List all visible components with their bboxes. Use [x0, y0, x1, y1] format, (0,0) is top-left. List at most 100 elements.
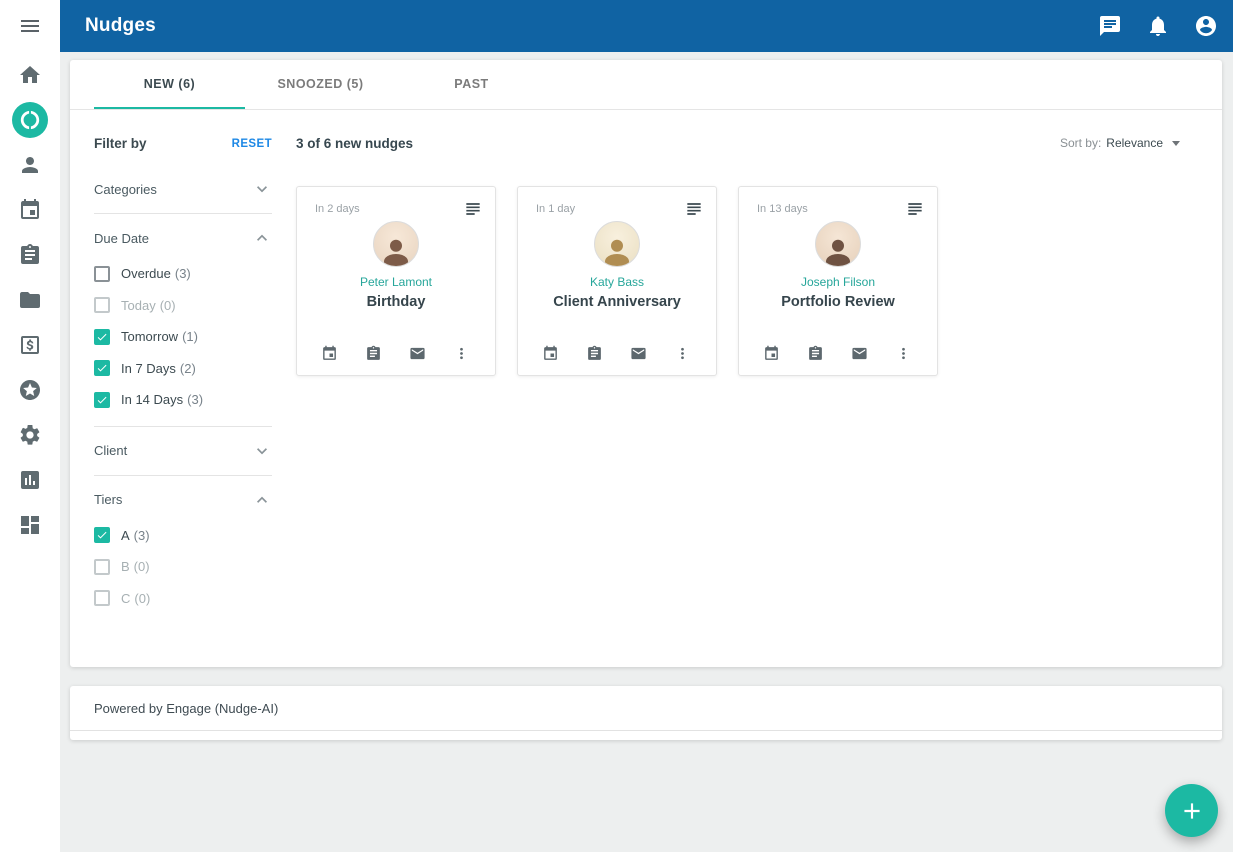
billing-icon[interactable] [18, 333, 42, 357]
filter-section-due-date[interactable]: Due Date [94, 222, 272, 254]
due-label: In 1 day [530, 199, 575, 215]
checkbox [94, 590, 110, 606]
tiers-options: A (3) B (0) C (0) [94, 520, 272, 615]
settings-icon[interactable] [18, 423, 42, 447]
filter-section-tiers[interactable]: Tiers [94, 484, 272, 516]
option-count: (3) [187, 392, 203, 407]
details-icon[interactable] [463, 199, 483, 219]
filter-option-today[interactable]: Today (0) [94, 290, 272, 322]
nudges-icon[interactable] [12, 102, 48, 138]
details-icon[interactable] [684, 199, 704, 219]
option-count: (3) [134, 528, 150, 543]
email-icon[interactable] [409, 344, 427, 362]
results-summary: 3 of 6 new nudges [296, 136, 413, 151]
filter-section-label: Client [94, 443, 127, 458]
messages-icon[interactable] [1098, 14, 1122, 38]
nudge-title: Birthday [309, 294, 483, 310]
topbar-actions [1098, 14, 1218, 38]
nudges-panel: NEW (6) SNOOZED (5) PAST Filter by RESET… [70, 60, 1222, 667]
filters-title: Filter by [94, 136, 147, 151]
email-icon[interactable] [630, 344, 648, 362]
option-count: (0) [160, 298, 176, 313]
avatar [373, 221, 419, 267]
client-link[interactable]: Peter Lamont [309, 275, 483, 289]
divider [94, 213, 272, 214]
filter-option-tier-b[interactable]: B (0) [94, 551, 272, 583]
home-icon[interactable] [18, 63, 42, 87]
checkbox [94, 266, 110, 282]
dashboard-icon[interactable] [18, 513, 42, 537]
divider [94, 426, 272, 427]
reset-button[interactable]: RESET [232, 138, 272, 150]
filter-option-tier-a[interactable]: A (3) [94, 520, 272, 552]
option-label: In 7 Days [121, 361, 176, 376]
option-label: In 14 Days [121, 392, 183, 407]
note-icon[interactable] [586, 344, 604, 362]
chevron-up-icon [252, 228, 272, 248]
filter-section-categories[interactable]: Categories [94, 173, 272, 205]
checkbox-checked [94, 360, 110, 376]
option-label: Tomorrow [121, 329, 178, 344]
calendar-icon[interactable] [321, 344, 339, 362]
nudge-card: In 1 day Katy Bass Client Anniversary [517, 186, 717, 376]
more-icon[interactable] [674, 344, 692, 362]
chevron-down-icon [252, 179, 272, 199]
due-label: In 13 days [751, 199, 808, 215]
calendar-icon[interactable] [542, 344, 560, 362]
checkbox [94, 297, 110, 313]
more-icon[interactable] [453, 344, 471, 362]
chevron-up-icon [252, 490, 272, 510]
notifications-icon[interactable] [1146, 14, 1170, 38]
filter-option-tier-c[interactable]: C (0) [94, 583, 272, 615]
tab-past[interactable]: PAST [396, 60, 547, 109]
favorites-icon[interactable] [18, 378, 42, 402]
calendar-icon[interactable] [763, 344, 781, 362]
card-header: In 13 days [751, 199, 925, 219]
tab-new[interactable]: NEW (6) [94, 60, 245, 109]
add-nudge-button[interactable] [1165, 784, 1218, 837]
details-icon[interactable] [905, 199, 925, 219]
sort-dropdown[interactable]: Sort by: Relevance [1060, 136, 1180, 150]
card-actions [751, 344, 925, 375]
option-count: (0) [134, 591, 150, 606]
option-label: Today [121, 298, 156, 313]
card-actions [309, 344, 483, 375]
documents-icon[interactable] [18, 288, 42, 312]
menu-icon[interactable] [18, 14, 42, 38]
note-icon[interactable] [807, 344, 825, 362]
account-icon[interactable] [1194, 14, 1218, 38]
checkbox-checked [94, 392, 110, 408]
filter-option-overdue[interactable]: Overdue (3) [94, 258, 272, 290]
checkbox-checked [94, 527, 110, 543]
option-label: A [121, 528, 130, 543]
option-label: C [121, 591, 130, 606]
option-count: (1) [182, 329, 198, 344]
topbar: Nudges [60, 0, 1233, 52]
nudge-title: Portfolio Review [751, 294, 925, 310]
nudge-cards: In 2 days Peter Lamont Birthday [296, 186, 1180, 376]
calendar-icon[interactable] [18, 198, 42, 222]
filter-panel: Filter by RESET Categories Due Date Over… [94, 110, 272, 667]
filter-section-client[interactable]: Client [94, 435, 272, 467]
card-actions [530, 344, 704, 375]
note-icon[interactable] [365, 344, 383, 362]
nudge-card: In 2 days Peter Lamont Birthday [296, 186, 496, 376]
filter-option-in-14-days[interactable]: In 14 Days (3) [94, 384, 272, 416]
option-label: Overdue [121, 266, 171, 281]
client-link[interactable]: Joseph Filson [751, 275, 925, 289]
clients-icon[interactable] [18, 153, 42, 177]
more-icon[interactable] [895, 344, 913, 362]
filter-option-tomorrow[interactable]: Tomorrow (1) [94, 321, 272, 353]
filter-section-label: Due Date [94, 231, 149, 246]
filter-section-label: Tiers [94, 492, 122, 507]
nudge-title: Client Anniversary [530, 294, 704, 310]
option-label: B [121, 559, 130, 574]
chevron-down-icon [252, 441, 272, 461]
tasks-icon[interactable] [18, 243, 42, 267]
tab-snoozed[interactable]: SNOOZED (5) [245, 60, 396, 109]
reports-icon[interactable] [18, 468, 42, 492]
client-link[interactable]: Katy Bass [530, 275, 704, 289]
option-count: (3) [175, 266, 191, 281]
filter-option-in-7-days[interactable]: In 7 Days (2) [94, 353, 272, 385]
email-icon[interactable] [851, 344, 869, 362]
